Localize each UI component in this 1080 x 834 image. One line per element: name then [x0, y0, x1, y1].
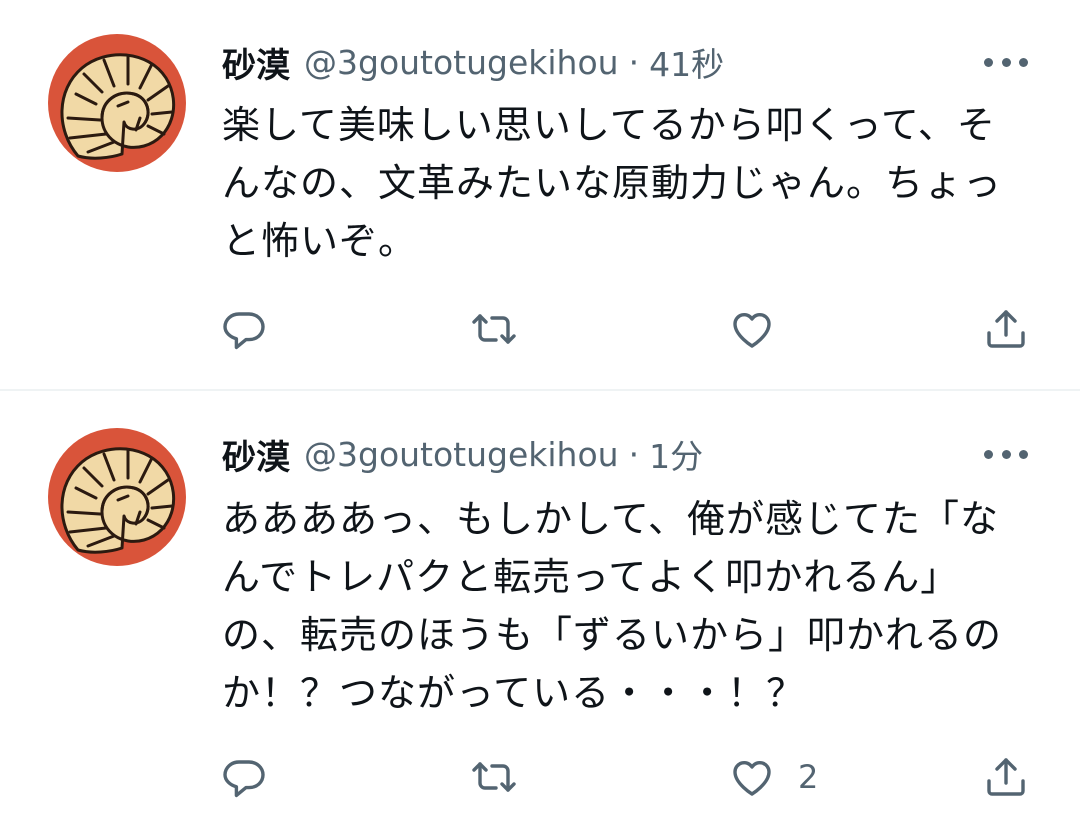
timestamp[interactable]: 41秒: [649, 38, 724, 86]
like-button[interactable]: 2: [728, 752, 818, 802]
heart-icon: [733, 312, 771, 348]
tweet-divider: [0, 389, 1080, 391]
like-button[interactable]: [728, 304, 798, 354]
separator-dot: ·: [628, 434, 640, 474]
retweet-button[interactable]: [470, 752, 518, 802]
tweet-actions: [220, 304, 1032, 354]
like-count: 2: [798, 758, 819, 796]
tweet-text: ああああっ、もしかして、俺が感じてた「なんでトレパクと転売ってよく叩かれるん」の…: [222, 497, 1003, 715]
tweet-header: 砂漠 @3goutotugekihou · 1分: [222, 430, 703, 478]
ammonite-shell-avatar-image: [48, 34, 186, 172]
avatar[interactable]: [48, 428, 186, 566]
more-icon[interactable]: [984, 52, 1028, 72]
tweet-text: 楽して美味しい思いしてるから叩くって、そんなの、文革みたいな原動力じゃん。ちょっ…: [222, 103, 1003, 263]
heart-icon: [733, 760, 771, 796]
ammonite-shell-avatar-image: [48, 428, 186, 566]
more-icon[interactable]: [984, 444, 1028, 464]
tweet[interactable]: 砂漠 @3goutotugekihou · 41秒 楽して美味しい思いしてるから…: [0, 0, 1080, 390]
user-handle[interactable]: @3goutotugekihou: [304, 435, 619, 474]
retweet-icon: [472, 762, 516, 792]
avatar[interactable]: [48, 34, 186, 172]
tweet-actions: 2: [220, 752, 1032, 802]
reply-button[interactable]: [220, 304, 268, 354]
retweet-icon: [472, 314, 516, 344]
user-handle[interactable]: @3goutotugekihou: [304, 43, 619, 82]
timestamp[interactable]: 1分: [649, 430, 703, 478]
share-icon: [987, 310, 1025, 348]
reply-button[interactable]: [220, 752, 268, 802]
display-name[interactable]: 砂漠: [222, 38, 290, 87]
reply-icon: [223, 312, 265, 350]
tweet-header: 砂漠 @3goutotugekihou · 41秒: [222, 38, 724, 86]
share-icon: [987, 758, 1025, 796]
separator-dot: ·: [628, 42, 640, 82]
share-button[interactable]: [982, 304, 1030, 354]
share-button[interactable]: [982, 752, 1030, 802]
retweet-button[interactable]: [470, 304, 518, 354]
reply-icon: [223, 760, 265, 798]
display-name[interactable]: 砂漠: [222, 430, 290, 479]
